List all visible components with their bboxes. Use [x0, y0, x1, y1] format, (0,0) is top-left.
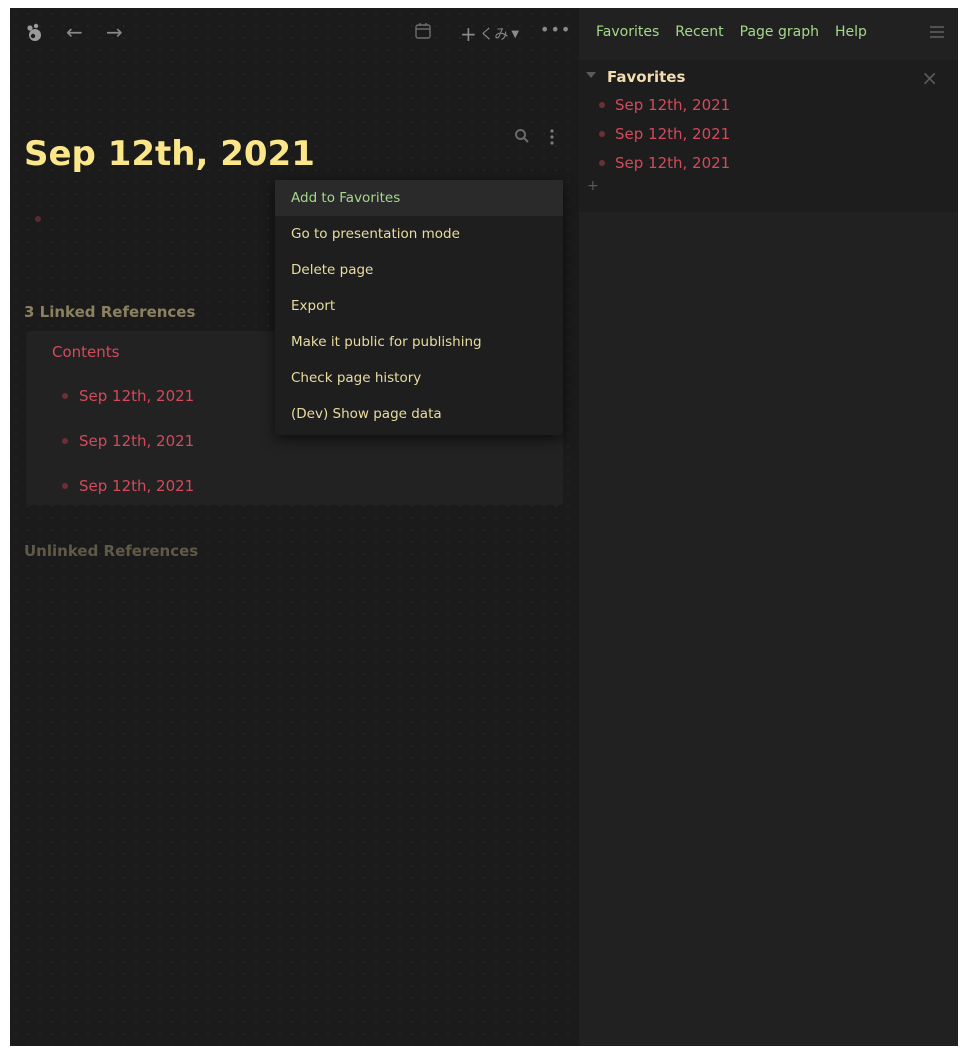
plus-icon: + — [460, 22, 477, 46]
caret-down-icon: ▼ — [511, 28, 520, 40]
unlinked-references-title[interactable]: Unlinked References — [24, 542, 198, 560]
calendar-icon[interactable] — [414, 22, 432, 45]
app-window: ← → + くみ ▼ ••• Sep 12th, 2021 3 Linked R… — [10, 8, 958, 1046]
reference-page-link[interactable]: Contents — [52, 343, 119, 361]
empty-block-bullet[interactable] — [35, 216, 41, 222]
linked-references-title[interactable]: 3 Linked References — [24, 303, 195, 321]
add-favorite-icon[interactable]: + — [587, 178, 599, 194]
page-title[interactable]: Sep 12th, 2021 — [24, 134, 315, 174]
back-arrow-icon[interactable]: ← — [66, 20, 83, 44]
favorites-title[interactable]: Favorites — [607, 68, 685, 86]
reference-link[interactable]: Sep 12th, 2021 — [79, 387, 194, 405]
forward-arrow-icon[interactable]: → — [106, 20, 123, 44]
sidebar-tabs: Favorites Recent Page graph Help — [596, 24, 867, 40]
menu-item-presentation-mode[interactable]: Go to presentation mode — [275, 216, 563, 252]
menu-item-make-public[interactable]: Make it public for publishing — [275, 324, 563, 360]
right-sidebar: Favorites Recent Page graph Help Favorit… — [579, 8, 958, 1046]
more-menu-icon[interactable]: ••• — [540, 20, 571, 39]
list-item: Sep 12th, 2021 — [599, 154, 730, 172]
list-item: Sep 12th, 2021 — [62, 477, 194, 495]
list-item: Sep 12th, 2021 — [62, 432, 194, 450]
menu-item-show-page-data[interactable]: (Dev) Show page data — [275, 396, 563, 432]
tab-help[interactable]: Help — [835, 24, 867, 40]
reference-link[interactable]: Sep 12th, 2021 — [79, 432, 194, 450]
bullet — [599, 131, 605, 137]
search-icon[interactable] — [514, 128, 530, 148]
menu-item-export[interactable]: Export — [275, 288, 563, 324]
bullet — [599, 160, 605, 166]
favorites-panel: Favorites × Sep 12th, 2021 Sep 12th, 202… — [579, 60, 958, 212]
bullet[interactable] — [62, 393, 68, 399]
favorite-link[interactable]: Sep 12th, 2021 — [615, 154, 730, 172]
page-options-menu: Add to Favorites Go to presentation mode… — [275, 180, 563, 435]
bullet[interactable] — [62, 483, 68, 489]
reference-link[interactable]: Sep 12th, 2021 — [79, 477, 194, 495]
favorite-link[interactable]: Sep 12th, 2021 — [615, 125, 730, 143]
tab-page-graph[interactable]: Page graph — [740, 24, 819, 40]
workspace-name: くみ — [479, 27, 509, 43]
tab-favorites[interactable]: Favorites — [596, 24, 659, 40]
tab-recent[interactable]: Recent — [675, 24, 723, 40]
list-item: Sep 12th, 2021 — [599, 125, 730, 143]
list-item: Sep 12th, 2021 — [599, 96, 730, 114]
close-icon[interactable]: × — [921, 66, 938, 90]
collapse-caret-icon[interactable] — [586, 72, 596, 78]
workspace-switcher[interactable]: + くみ ▼ — [460, 22, 519, 46]
bullet[interactable] — [62, 438, 68, 444]
menu-item-delete-page[interactable]: Delete page — [275, 252, 563, 288]
menu-item-add-to-favorites[interactable]: Add to Favorites — [275, 180, 563, 216]
logo-icon[interactable] — [24, 22, 46, 44]
list-item: Sep 12th, 2021 — [62, 387, 194, 405]
hamburger-icon[interactable] — [930, 24, 944, 43]
favorite-link[interactable]: Sep 12th, 2021 — [615, 96, 730, 114]
bullet — [599, 102, 605, 108]
page-options-icon[interactable] — [548, 128, 556, 150]
menu-item-page-history[interactable]: Check page history — [275, 360, 563, 396]
